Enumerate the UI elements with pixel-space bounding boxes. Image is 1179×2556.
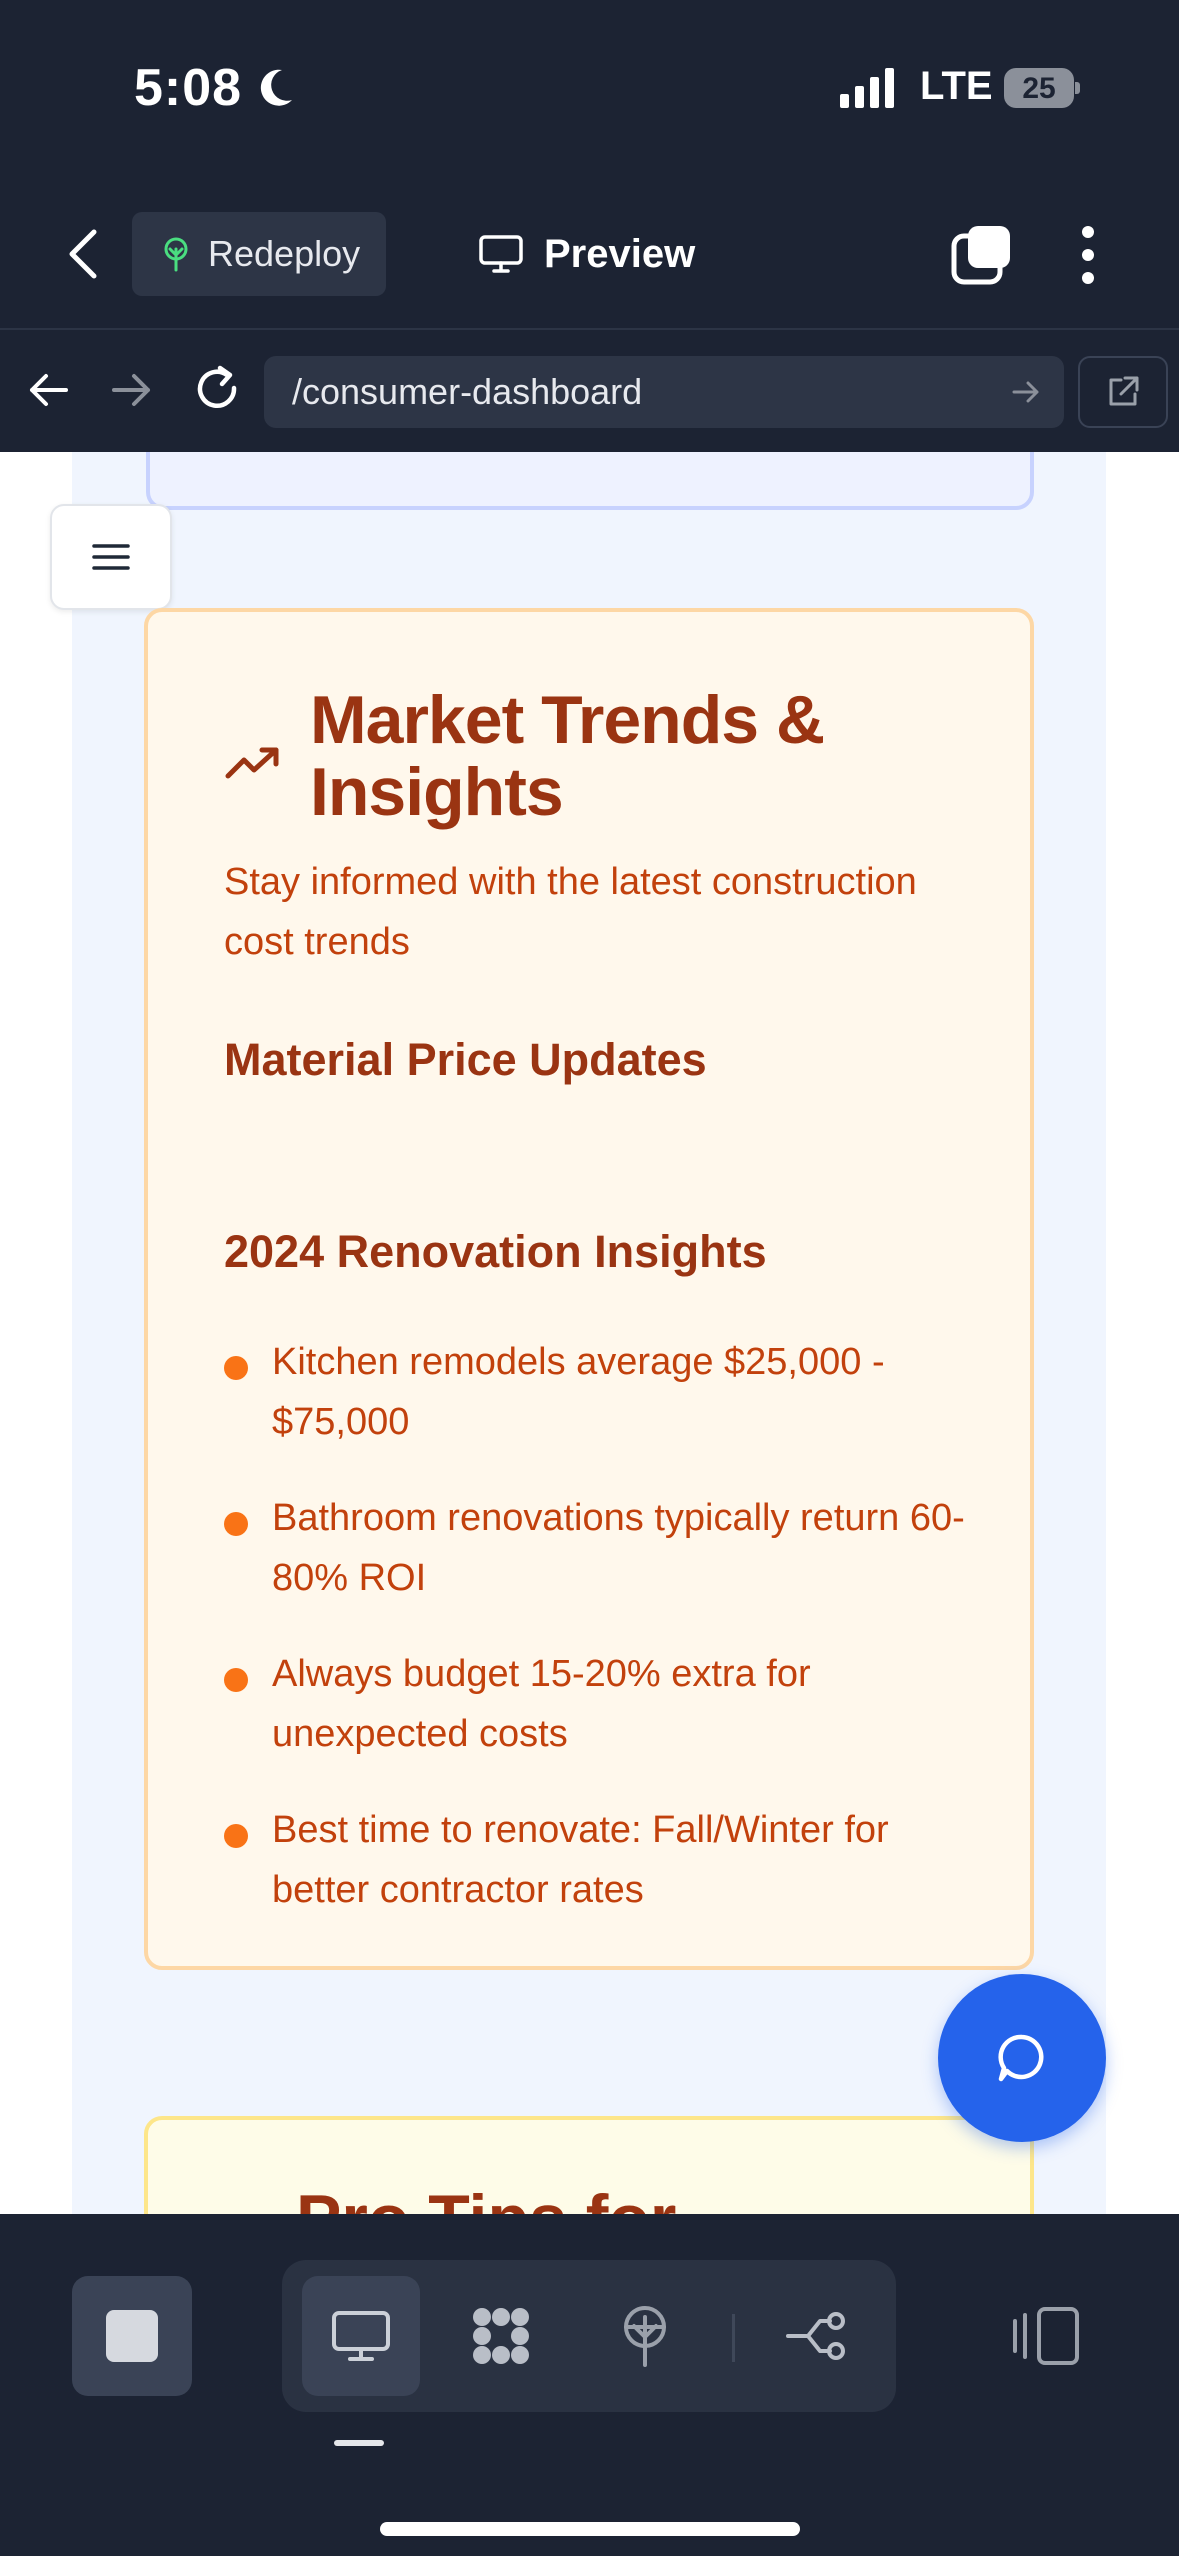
list-item: Always budget 15-20% extra for unexpecte… xyxy=(224,1644,984,1764)
list-item: Bathroom renovations typically return 60… xyxy=(224,1488,984,1608)
open-external-button[interactable] xyxy=(1078,356,1168,428)
back-chevron-icon[interactable] xyxy=(60,226,110,282)
card-subtitle: Stay informed with the latest constructi… xyxy=(224,861,917,963)
home-indicator xyxy=(380,2522,800,2536)
deploy-tree-icon xyxy=(164,237,188,272)
hamburger-icon xyxy=(92,544,130,570)
tabs-icon[interactable] xyxy=(950,224,1014,286)
redeploy-button[interactable]: Redeploy xyxy=(132,212,386,296)
insight-text: Always budget 15-20% extra for unexpecte… xyxy=(272,1653,811,1755)
desktop-view-button[interactable] xyxy=(302,2276,420,2396)
integrations-button[interactable] xyxy=(442,2276,560,2396)
toolbar-divider xyxy=(732,2314,735,2362)
workflow-button[interactable] xyxy=(758,2276,876,2396)
material-price-heading: Material Price Updates xyxy=(224,1034,707,1085)
list-item: Kitchen remodels average $25,000 - $75,0… xyxy=(224,1332,984,1452)
workflow-branch-icon xyxy=(786,2312,845,2360)
chat-bubble-icon xyxy=(998,2034,1044,2082)
card-title: Market Trends & Insights xyxy=(310,682,825,830)
battery-level: 25 xyxy=(1022,72,1056,105)
signal-icon xyxy=(840,68,894,108)
nav-back-arrow-icon[interactable] xyxy=(26,368,70,412)
stop-button[interactable] xyxy=(72,2276,192,2396)
insight-text: Best time to renovate: Fall/Winter for b… xyxy=(272,1809,889,1911)
go-arrow-icon[interactable] xyxy=(1010,376,1042,408)
bullet-dot-icon xyxy=(224,1512,248,1536)
external-link-icon xyxy=(1109,376,1139,406)
list-item: Best time to renovate: Fall/Winter for b… xyxy=(224,1800,984,1920)
view-switcher xyxy=(282,2260,896,2412)
active-tab-indicator xyxy=(334,2440,384,2446)
monitor-icon xyxy=(479,235,523,273)
monitor-icon xyxy=(332,2311,390,2361)
market-trends-card: Market Trends & Insights Stay informed w… xyxy=(144,608,1034,1970)
redeploy-label: Redeploy xyxy=(208,233,361,274)
panel-toggle-button[interactable] xyxy=(1000,2276,1092,2396)
pro-tips-title: Pro Tips for xyxy=(296,2180,676,2214)
bullet-dot-icon xyxy=(224,1668,248,1692)
status-time: 5:08 xyxy=(134,59,243,117)
stop-icon xyxy=(106,2310,158,2362)
url-text: /consumer-dashboard xyxy=(292,371,643,412)
browser-nav-bar: /consumer-dashboard xyxy=(0,330,1179,452)
insight-text: Kitchen remodels average $25,000 - $75,0… xyxy=(272,1341,885,1443)
blocks-grid-icon xyxy=(473,2308,529,2364)
renovation-insights-heading: 2024 Renovation Insights xyxy=(224,1226,767,1277)
trending-up-icon xyxy=(225,747,279,779)
chat-button[interactable] xyxy=(938,1974,1106,2142)
insight-text: Bathroom renovations typically return 60… xyxy=(272,1497,965,1599)
hamburger-menu-button[interactable] xyxy=(50,504,172,610)
bottom-toolbar xyxy=(0,2214,1179,2556)
pro-tips-card: Pro Tips for xyxy=(144,2116,1034,2214)
moon-icon xyxy=(260,69,292,106)
more-menu-icon[interactable] xyxy=(1076,224,1100,286)
sidebar-panel-icon xyxy=(1013,2307,1079,2365)
url-input[interactable]: /consumer-dashboard xyxy=(264,356,1064,428)
deploy-button[interactable] xyxy=(586,2276,704,2396)
nav-forward-arrow-icon[interactable] xyxy=(110,368,154,412)
preview-tab[interactable]: Preview xyxy=(478,212,695,296)
bullet-dot-icon xyxy=(224,1356,248,1380)
status-bar: 5:08 LTE 25 xyxy=(0,0,1179,180)
bullet-dot-icon xyxy=(224,1824,248,1848)
app-toolbar: Redeploy Preview xyxy=(0,180,1179,330)
insights-list: Kitchen remodels average $25,000 - $75,0… xyxy=(224,1332,984,1956)
battery-icon: 25 xyxy=(1004,68,1080,108)
network-type: LTE xyxy=(920,64,993,108)
previous-card xyxy=(146,452,1034,510)
preview-viewport: Market Trends & Insights Stay informed w… xyxy=(0,452,1179,2214)
deploy-tree-icon xyxy=(624,2306,666,2367)
preview-label: Preview xyxy=(544,231,696,276)
reload-icon[interactable] xyxy=(192,364,242,414)
